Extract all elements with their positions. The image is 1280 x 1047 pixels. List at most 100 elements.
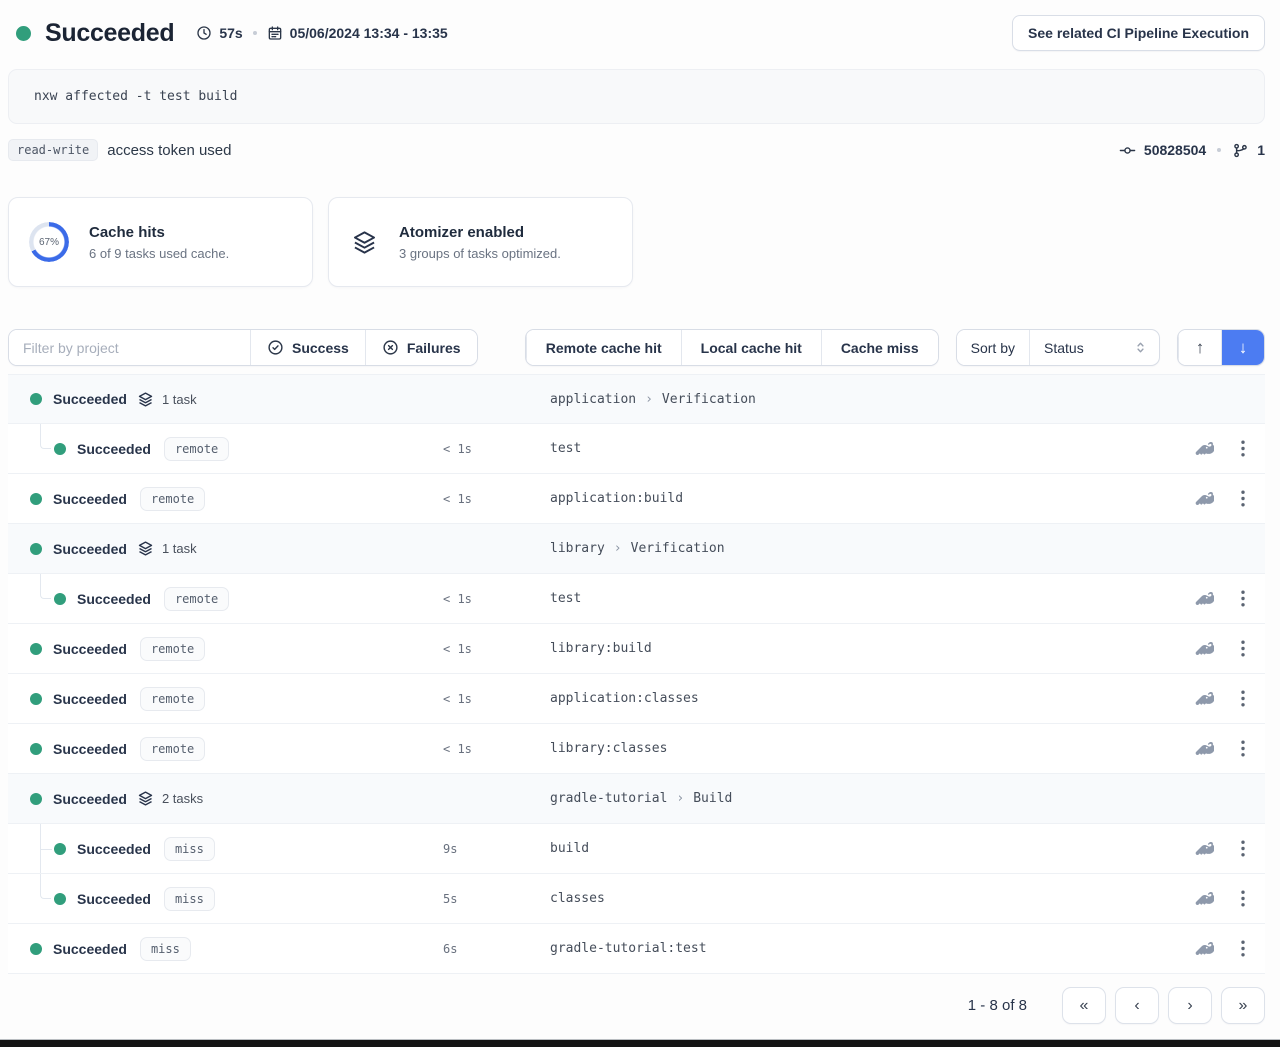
task-group-row[interactable]: Succeeded 1 task library › Verification [8,524,1265,574]
chevron-right-icon: › [676,791,684,806]
kebab-menu-icon[interactable] [1241,890,1245,907]
gradle-icon[interactable] [1193,891,1214,906]
branch-count: 1 [1257,142,1265,158]
task-row[interactable]: Succeeded remote < 1s test [8,574,1265,624]
cache-badge: remote [140,637,205,661]
success-filter-label: Success [292,340,349,356]
row-time: < 1s [443,492,550,506]
cache-badge: miss [140,937,191,961]
task-group-row[interactable]: Succeeded 2 tasks gradle-tutorial › Buil… [8,774,1265,824]
row-time: < 1s [443,642,550,656]
row-task-count: 1 task [162,541,197,556]
calendar-icon [267,25,283,41]
sort-select-value: Status [1044,340,1084,356]
kebab-menu-icon[interactable] [1241,590,1245,607]
kebab-menu-icon[interactable] [1241,740,1245,757]
kebab-menu-icon[interactable] [1241,690,1245,707]
kebab-menu-icon[interactable] [1241,840,1245,857]
row-task-name: library:classes [550,741,1169,756]
sort-group: Sort by Status [956,329,1160,366]
check-circle-icon [267,339,284,356]
failures-filter-button[interactable]: Failures [365,330,477,365]
clock-icon [196,25,212,41]
commit-info: 50828504 1 [1119,142,1265,159]
task-row[interactable]: Succeeded remote < 1s application:build [8,474,1265,524]
row-status-label: Succeeded [77,591,151,607]
gradle-icon[interactable] [1193,841,1214,856]
row-status-label: Succeeded [53,641,127,657]
task-row[interactable]: Succeeded remote < 1s test [8,424,1265,474]
next-page-button[interactable]: › [1168,987,1212,1024]
gradle-icon[interactable] [1193,441,1214,456]
row-status-label: Succeeded [53,791,127,807]
cache-hits-percent: 67% [29,222,69,262]
crumb-project: application [550,392,636,407]
task-row[interactable]: Succeeded remote < 1s application:classe… [8,674,1265,724]
project-filter-input[interactable] [9,340,250,356]
pagination: 1 - 8 of 8 « ‹ › » [8,987,1265,1024]
toolbar-right: Remote cache hit Local cache hit Cache m… [525,329,1265,366]
task-row[interactable]: Succeeded miss 5s classes [8,874,1265,924]
sort-ascending-button[interactable]: ↑ [1178,330,1221,365]
sort-select[interactable]: Status [1029,330,1159,365]
page-title: Succeeded [45,19,174,48]
success-filter-button[interactable]: Success [250,330,365,365]
row-time: 5s [443,892,550,906]
row-task-count: 1 task [162,392,197,407]
cache-badge: miss [164,837,215,861]
row-status-label: Succeeded [53,941,127,957]
prev-page-button[interactable]: ‹ [1115,987,1159,1024]
kebab-menu-icon[interactable] [1241,640,1245,657]
gradle-icon[interactable] [1193,741,1214,756]
task-group-row[interactable]: Succeeded 1 task application › Verificat… [8,374,1265,424]
task-row[interactable]: Succeeded remote < 1s library:classes [8,724,1265,774]
first-page-button[interactable]: « [1062,987,1106,1024]
row-task-name: application:build [550,491,1169,506]
row-status-label: Succeeded [53,691,127,707]
status-dot [30,743,42,755]
remote-cache-hit-button[interactable]: Remote cache hit [526,330,681,365]
status-dot [30,793,42,805]
crumb-target: Verification [662,392,756,407]
cache-badge: remote [140,487,205,511]
crumb-target: Build [693,791,732,806]
row-status-label: Succeeded [77,891,151,907]
task-row[interactable]: Succeeded miss 6s gradle-tutorial:test [8,924,1265,974]
sort-descending-button[interactable]: ↓ [1221,330,1264,365]
row-time: < 1s [443,442,550,456]
cache-miss-button[interactable]: Cache miss [821,330,938,365]
local-cache-hit-button[interactable]: Local cache hit [681,330,821,365]
kebab-menu-icon[interactable] [1241,440,1245,457]
related-pipeline-button[interactable]: See related CI Pipeline Execution [1012,15,1265,51]
separator-dot [253,31,257,35]
kebab-menu-icon[interactable] [1241,940,1245,957]
chevron-right-icon: › [645,392,653,407]
task-row[interactable]: Succeeded remote < 1s library:build [8,624,1265,674]
token-row: read-write access token used 50828504 1 [8,136,1265,164]
status-dot [30,393,42,405]
header: Succeeded 57s 05/06/2024 13:34 - 13:35 S… [8,12,1265,54]
status-dot [54,893,66,905]
row-task-count: 2 tasks [162,791,203,806]
gradle-icon[interactable] [1193,491,1214,506]
row-status-label: Succeeded [53,541,127,557]
run-status-dot [16,26,31,41]
row-status-label: Succeeded [77,441,151,457]
last-page-button[interactable]: » [1221,987,1265,1024]
atomizer-subtitle: 3 groups of tasks optimized. [399,246,561,261]
cache-badge: remote [164,437,229,461]
gradle-icon[interactable] [1193,941,1214,956]
task-row[interactable]: Succeeded miss 9s build [8,824,1265,874]
kebab-menu-icon[interactable] [1241,490,1245,507]
chevron-right-icon: › [614,541,622,556]
branch-icon [1232,142,1249,159]
commit-id: 50828504 [1144,142,1206,158]
status-dot [30,643,42,655]
page-range: 1 - 8 of 8 [968,997,1027,1014]
cache-hits-ring-wrap: 67% [29,222,69,262]
gradle-icon[interactable] [1193,641,1214,656]
stat-cards: 67% Cache hits 6 of 9 tasks used cache. … [8,197,1265,287]
gradle-icon[interactable] [1193,691,1214,706]
gradle-icon[interactable] [1193,591,1214,606]
cache-hits-subtitle: 6 of 9 tasks used cache. [89,246,229,261]
